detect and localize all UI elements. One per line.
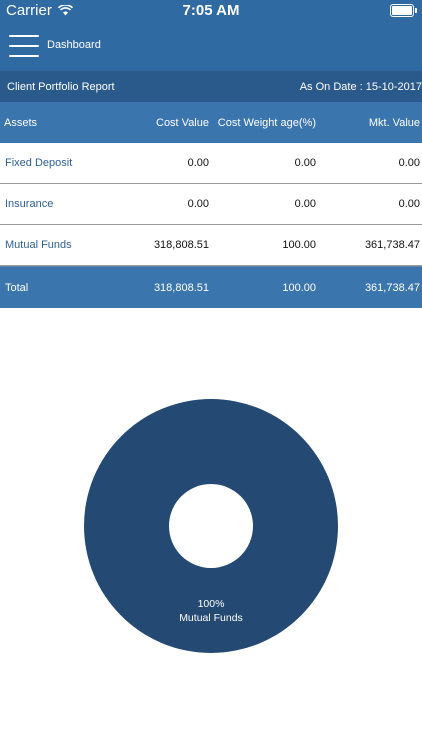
- pie-percent-label: 100%: [197, 598, 225, 610]
- asset-name: Insurance: [5, 198, 54, 210]
- asset-name: Mutual Funds: [5, 239, 72, 251]
- total-row: Total 318,808.51 100.00 361,738.47: [0, 266, 422, 308]
- pie-category-label: Mutual Funds: [179, 612, 243, 624]
- table-row[interactable]: Mutual Funds 318,808.51 100.00 361,738.4…: [0, 225, 422, 266]
- total-cost-weightage: 100.00: [282, 281, 316, 294]
- hamburger-menu-icon[interactable]: [9, 35, 39, 57]
- cost-value: 318,808.51: [153, 239, 209, 251]
- pie-chart: [84, 399, 338, 653]
- report-title: Client Portfolio Report: [7, 81, 115, 93]
- total-mkt-value: 361,738.47: [364, 281, 420, 294]
- table-row[interactable]: Insurance 0.00 0.00 0.00: [0, 184, 422, 225]
- table-row[interactable]: Fixed Deposit 0.00 0.00 0.00: [0, 143, 422, 184]
- top-bar: Carrier 7:05 AM Dashboard: [0, 0, 422, 71]
- nav-bar: Dashboard: [0, 21, 422, 71]
- nav-title[interactable]: Dashboard: [47, 39, 101, 51]
- donut-hole: [169, 484, 253, 568]
- mkt-value: 361,738.47: [364, 239, 420, 251]
- total-label: Total: [5, 281, 29, 294]
- cost-value: 0.00: [187, 157, 209, 169]
- cost-weightage: 100.00: [282, 239, 316, 251]
- header-cost-weightage: Cost Weight age(%): [217, 116, 316, 129]
- header-mkt-value: Mkt. Value: [368, 116, 420, 129]
- cost-weightage: 0.00: [294, 198, 316, 210]
- header-assets: Assets: [4, 116, 38, 129]
- report-bar: Client Portfolio Report As On Date : 15-…: [0, 71, 422, 102]
- total-cost-value: 318,808.51: [153, 281, 209, 294]
- cost-weightage: 0.00: [294, 157, 316, 169]
- table-header: Assets Cost Value Cost Weight age(%) Mkt…: [0, 102, 422, 143]
- pie-chart-area: 100% Mutual Funds: [0, 308, 422, 756]
- mkt-value: 0.00: [398, 157, 420, 169]
- pie-slice-label: 100% Mutual Funds: [0, 597, 422, 625]
- status-time: 7:05 AM: [182, 2, 240, 19]
- battery-icon: [390, 4, 417, 17]
- report-date: As On Date : 15-10-2017: [299, 81, 422, 93]
- cost-value: 0.00: [187, 198, 209, 210]
- header-cost-value: Cost Value: [156, 116, 209, 129]
- mkt-value: 0.00: [398, 198, 420, 210]
- asset-name: Fixed Deposit: [5, 157, 73, 169]
- status-bar: Carrier 7:05 AM: [0, 0, 422, 21]
